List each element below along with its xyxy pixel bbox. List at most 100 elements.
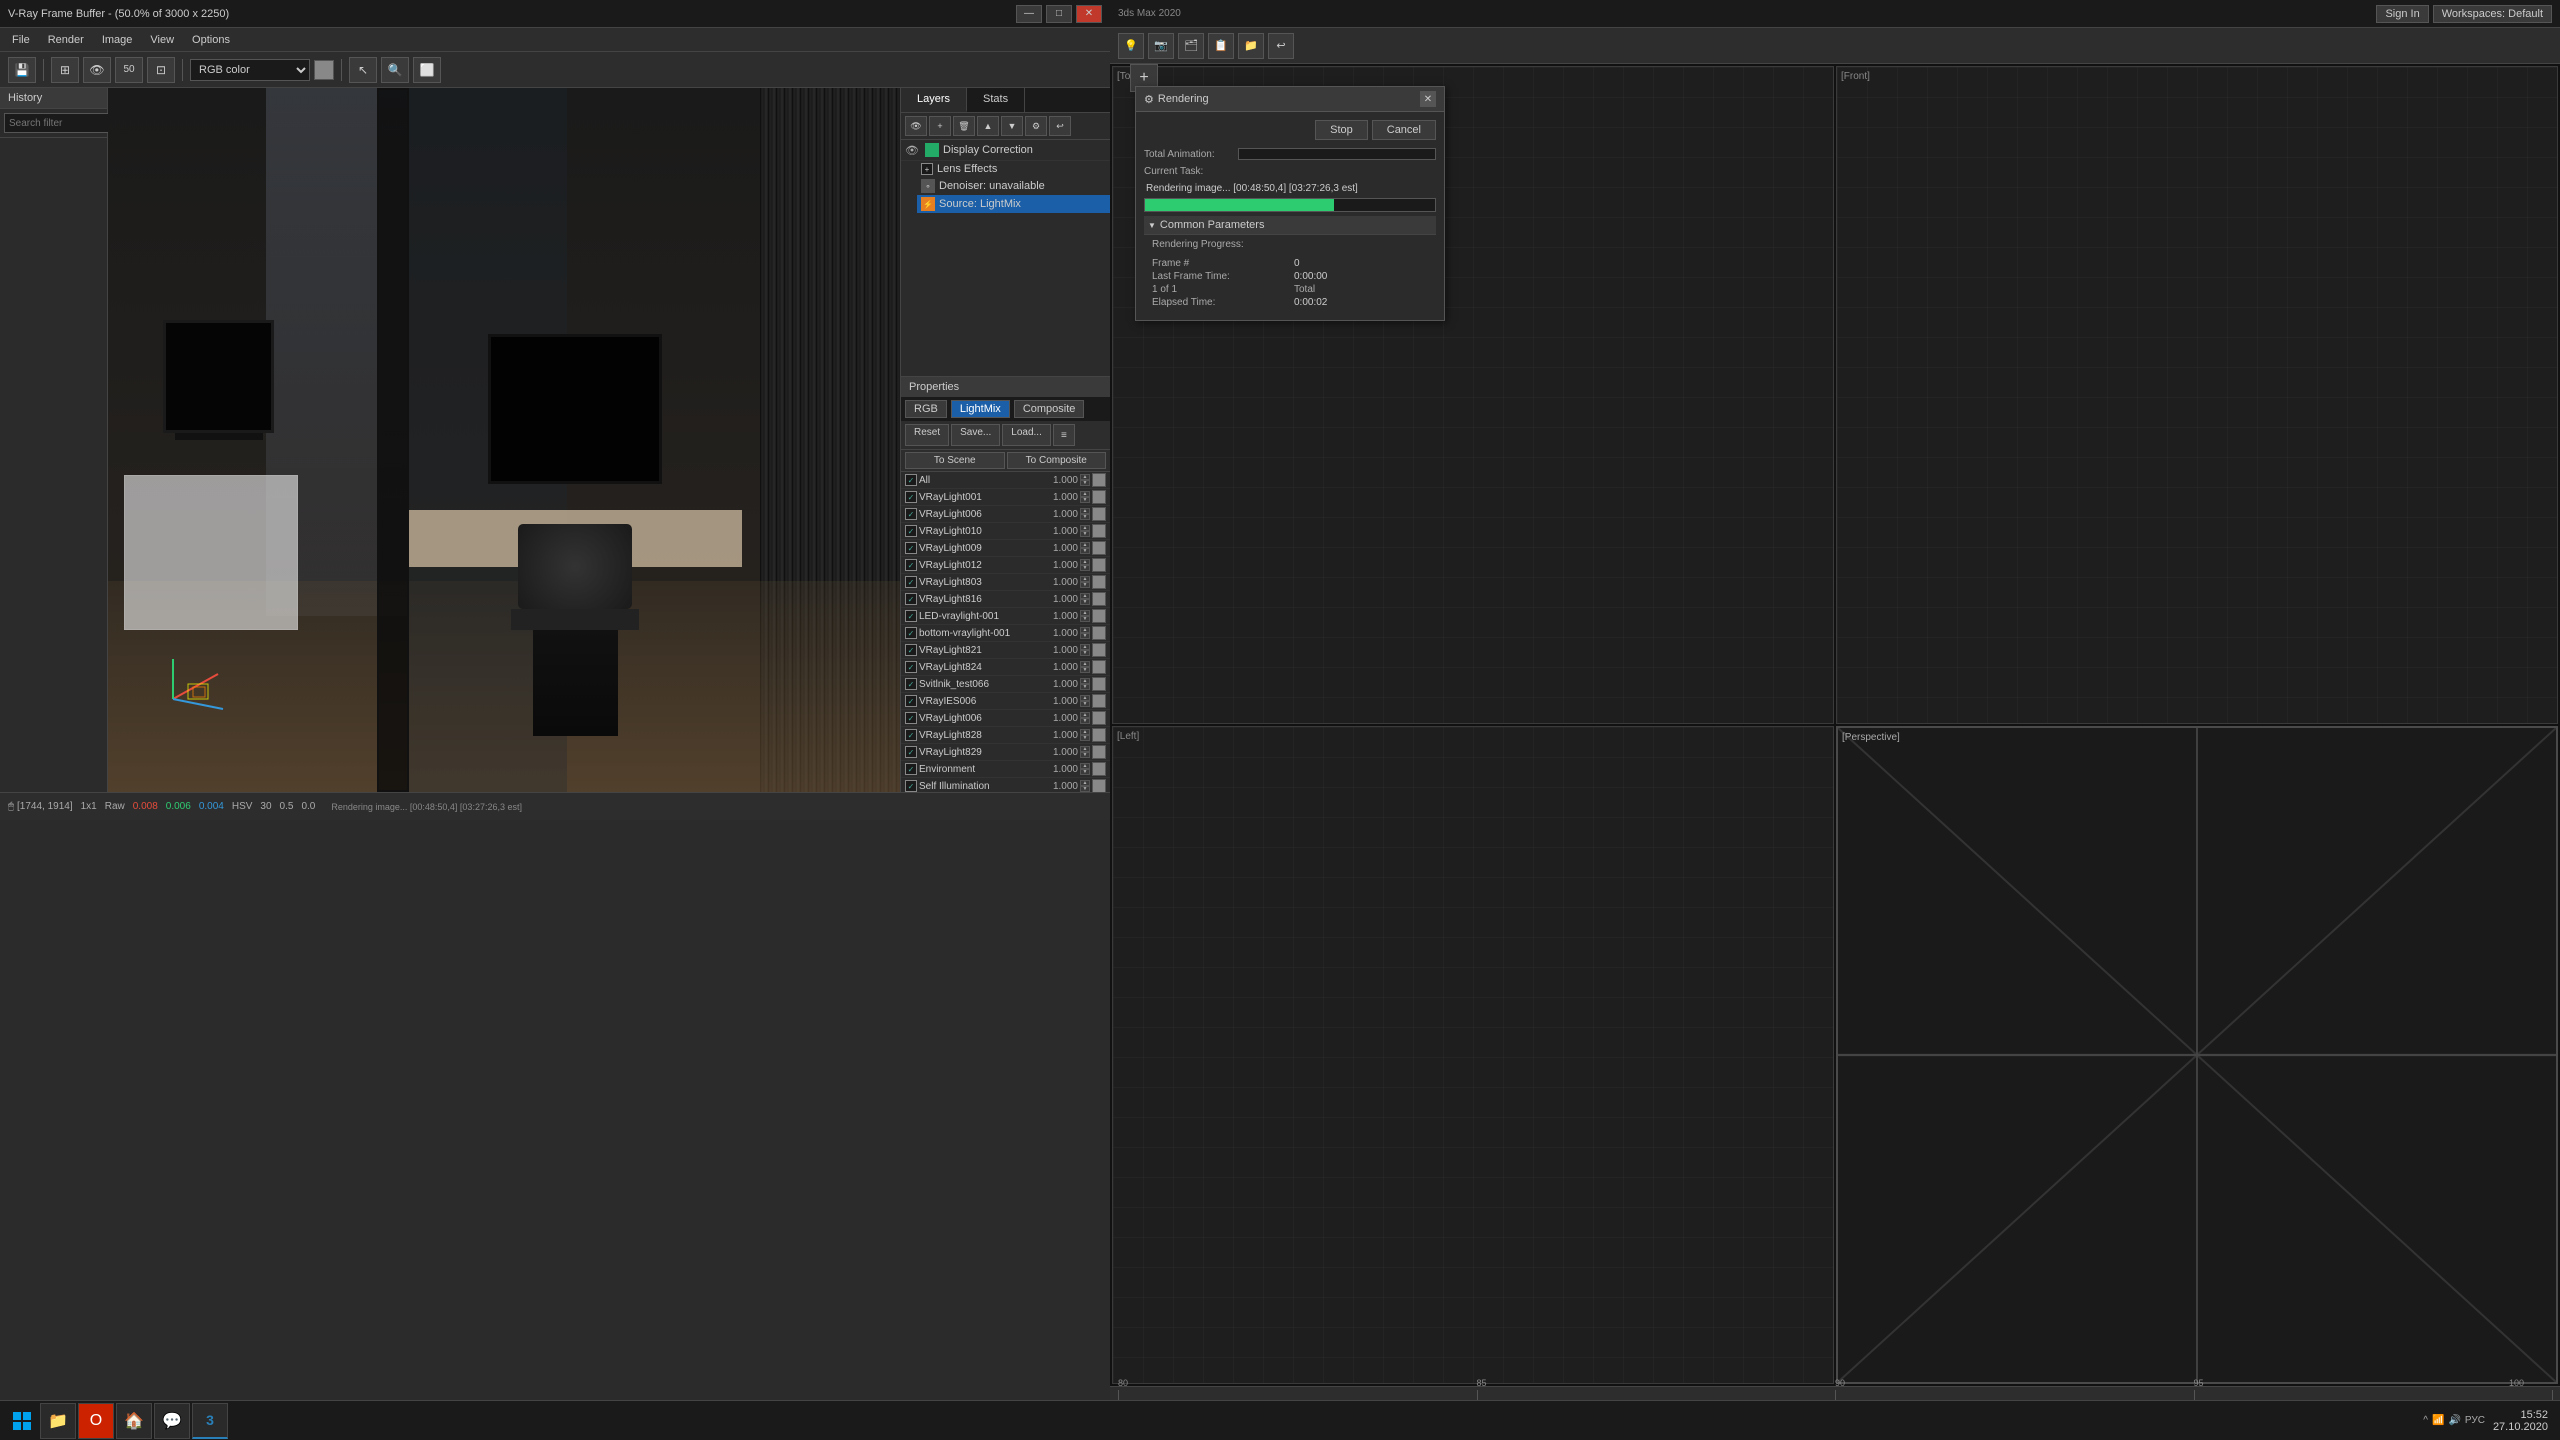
zoom-btn[interactable]: 50	[115, 57, 143, 83]
chair-base	[533, 630, 619, 736]
list-options-btn[interactable]: ≡	[1053, 424, 1075, 446]
layer-add-btn[interactable]: +	[929, 116, 951, 136]
stop-button[interactable]: Stop	[1315, 120, 1368, 140]
max-toolbar-btn-5[interactable]: 📁	[1238, 33, 1264, 59]
lens-effects-checkbox[interactable]: +	[921, 163, 933, 175]
taskbar-chat[interactable]: 💬	[154, 1403, 190, 1439]
common-params-header[interactable]: ▼ Common Parameters	[1144, 216, 1436, 235]
prop-tab-rgb[interactable]: RGB	[905, 400, 947, 418]
tray-language[interactable]: РУС	[2465, 1415, 2485, 1426]
max-topbar: 3ds Max 2020 Sign In Workspaces: Default	[1110, 0, 2560, 28]
light-spinner-all[interactable]: ▲ ▼	[1080, 474, 1090, 486]
menu-file[interactable]: File	[4, 32, 38, 48]
light-row-18[interactable]: ✓ Self Illumination 1.000 ▲▼	[901, 778, 1110, 792]
menu-view[interactable]: View	[142, 32, 182, 48]
to-scene-btn[interactable]: To Scene	[905, 452, 1005, 469]
light-row-10[interactable]: ✓ VRayLight821 1.000 ▲▼	[901, 642, 1110, 659]
render-params-grid: Frame # 0 Last Frame Time: 0:00:00 1 of …	[1144, 254, 1436, 312]
light-row-6[interactable]: ✓ VRayLight803 1.000 ▲▼	[901, 574, 1110, 591]
layer-settings-btn[interactable]: ⚙	[1025, 116, 1047, 136]
light-row-2[interactable]: ✓ VRayLight006 1.000 ▲▼	[901, 506, 1110, 523]
max-toolbar-btn-6[interactable]: ↩	[1268, 33, 1294, 59]
light-check-all[interactable]: ✓	[905, 474, 917, 486]
taskbar-file-explorer[interactable]: 📁	[40, 1403, 76, 1439]
layer-eye-btn[interactable]: 👁	[905, 116, 927, 136]
light-row-3[interactable]: ✓ VRayLight010 1.000 ▲▼	[901, 523, 1110, 540]
menu-bar: File Render Image View Options	[0, 28, 1110, 52]
light-row-13[interactable]: ✓ VRayIES006 1.000 ▲▼	[901, 693, 1110, 710]
taskbar-browser[interactable]: O	[78, 1403, 114, 1439]
last-frame-label: Last Frame Time:	[1152, 271, 1286, 282]
prop-tab-lightmix[interactable]: LightMix	[951, 400, 1010, 418]
light-row-8[interactable]: ✓ LED-vraylight-001 1.000 ▲▼	[901, 608, 1110, 625]
taskbar-3dsmax[interactable]: 3	[192, 1403, 228, 1439]
save-btn[interactable]: Save...	[951, 424, 1000, 446]
region-select-btn[interactable]: ⬜	[413, 57, 441, 83]
menu-options[interactable]: Options	[184, 32, 238, 48]
zoom-in-btn[interactable]: 🔍	[381, 57, 409, 83]
max-toolbar-btn-4[interactable]: 📋	[1208, 33, 1234, 59]
of-label: 1 of 1	[1152, 284, 1286, 295]
light-row-11[interactable]: ✓ VRayLight824 1.000 ▲▼	[901, 659, 1110, 676]
max-toolbar-btn-1[interactable]: 💡	[1118, 33, 1144, 59]
light-row-4[interactable]: ✓ VRayLight009 1.000 ▲▼	[901, 540, 1110, 557]
light-swatch-all[interactable]	[1092, 473, 1106, 487]
vfb-status-bar: 🖱 [1744, 1914] 1x1 Raw 0.008 0.006 0.004…	[0, 792, 1110, 820]
light-row-14[interactable]: ✓ VRayLight006 1.000 ▲▼	[901, 710, 1110, 727]
fit-btn[interactable]: ⊡	[147, 57, 175, 83]
close-btn[interactable]: ✕	[1076, 5, 1102, 23]
max-toolbar-btn-3[interactable]: 🗂	[1178, 33, 1204, 59]
load-btn[interactable]: Load...	[1002, 424, 1051, 446]
color-swatch[interactable]	[314, 60, 334, 80]
current-task-label: Current Task:	[1144, 166, 1234, 177]
layer-undo-btn[interactable]: ↩	[1049, 116, 1071, 136]
tab-stats[interactable]: Stats	[967, 88, 1025, 112]
progress-bar-container	[1144, 198, 1436, 212]
light-row-1[interactable]: ✓ VRayLight001 1.000 ▲▼	[901, 489, 1110, 506]
maximize-btn[interactable]: □	[1046, 5, 1072, 23]
viewport-top-right: [Front]	[1836, 66, 2558, 724]
dialog-title-bar: ⚙ Rendering ✕	[1136, 87, 1444, 112]
layer-del-btn[interactable]: 🗑	[953, 116, 975, 136]
menu-render[interactable]: Render	[40, 32, 92, 48]
light-row-9[interactable]: ✓ bottom-vraylight-001 1.000 ▲▼	[901, 625, 1110, 642]
sign-in-btn[interactable]: Sign In	[2376, 5, 2428, 23]
chair-back	[518, 524, 632, 608]
r-value: 0.008	[133, 801, 158, 812]
menu-image[interactable]: Image	[94, 32, 141, 48]
color-mode-select[interactable]: RGB color	[190, 59, 310, 81]
light-row-17[interactable]: ✓ Environment 1.000 ▲▼	[901, 761, 1110, 778]
layer-source-lightmix[interactable]: ⚡ Source: LightMix	[917, 195, 1110, 213]
reset-btn[interactable]: Reset	[905, 424, 949, 446]
taskbar-app3[interactable]: 🏠	[116, 1403, 152, 1439]
right-panel: Layers Stats 👁 + 🗑 ▲ ▼ ⚙ ↩	[900, 88, 1110, 792]
save-image-btn[interactable]: 💾	[8, 57, 36, 83]
tab-layers[interactable]: Layers	[901, 88, 967, 112]
stereo-btn[interactable]: 👁	[83, 57, 111, 83]
clock[interactable]: 15:52 27.10.2020	[2493, 1409, 2548, 1433]
max-toolbar-btn-2[interactable]: 📷	[1148, 33, 1174, 59]
cancel-button[interactable]: Cancel	[1372, 120, 1436, 140]
light-row-15[interactable]: ✓ VRayLight828 1.000 ▲▼	[901, 727, 1110, 744]
layer-denoiser[interactable]: ⚬ Denoiser: unavailable	[917, 177, 1110, 195]
region-render-btn[interactable]: ⊞	[51, 57, 79, 83]
to-composite-btn[interactable]: To Composite	[1007, 452, 1107, 469]
light-row-16[interactable]: ✓ VRayLight829 1.000 ▲▼	[901, 744, 1110, 761]
layer-lens-effects[interactable]: + Lens Effects	[917, 161, 1110, 177]
cursor-btn[interactable]: ↖	[349, 57, 377, 83]
start-button[interactable]	[4, 1403, 40, 1439]
workspace-btn[interactable]: Workspaces: Default	[2433, 5, 2552, 23]
layer-move-dn-btn[interactable]: ▼	[1001, 116, 1023, 136]
layer-display-correction[interactable]: Display Correction	[943, 144, 1033, 156]
prop-tab-composite[interactable]: Composite	[1014, 400, 1085, 418]
tray-chevron[interactable]: ^	[2423, 1415, 2428, 1426]
h-value: 30	[260, 801, 271, 812]
minimize-btn[interactable]: —	[1016, 5, 1042, 23]
dialog-close-btn[interactable]: ✕	[1420, 91, 1436, 107]
light-row-all[interactable]: ✓ All 1.000 ▲ ▼	[901, 472, 1110, 489]
taskbar-apps: 📁 O 🏠 💬 3	[40, 1403, 228, 1439]
light-row-12[interactable]: ✓ Svitlnik_test066 1.000 ▲▼	[901, 676, 1110, 693]
light-row-5[interactable]: ✓ VRayLight012 1.000 ▲▼	[901, 557, 1110, 574]
light-row-7[interactable]: ✓ VRayLight816 1.000 ▲▼	[901, 591, 1110, 608]
layer-move-up-btn[interactable]: ▲	[977, 116, 999, 136]
